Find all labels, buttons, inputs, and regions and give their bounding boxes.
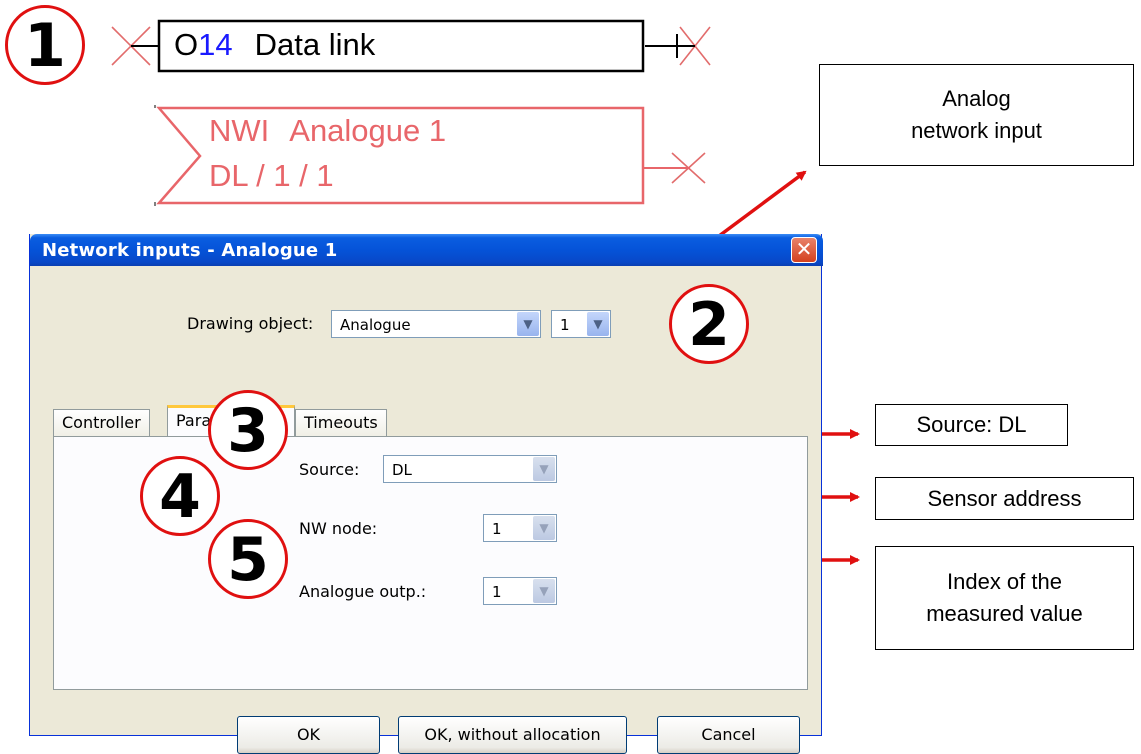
chevron-down-icon[interactable]: ▼ xyxy=(533,516,555,540)
marker-4: 4 xyxy=(140,456,220,536)
drawing-object-select[interactable]: Analogue ▼ xyxy=(331,310,541,338)
callout-index-line1: Index of the xyxy=(947,569,1062,595)
callout-source: Source: DL xyxy=(875,404,1068,446)
nwi-code: NWI xyxy=(209,113,270,148)
drawing-object-value: Analogue xyxy=(340,316,411,334)
marker-1: 1 xyxy=(5,5,85,85)
callout-index-line2: measured value xyxy=(926,601,1083,626)
analogue-output-label: Analogue outp.: xyxy=(299,582,427,601)
callout-sensor-address: Sensor address xyxy=(875,477,1134,520)
tab-timeouts[interactable]: Timeouts xyxy=(295,409,387,436)
source-select[interactable]: DL ▼ xyxy=(383,455,557,483)
data-link-number: 14 xyxy=(198,27,233,62)
drawing-object-number: 1 xyxy=(560,316,570,334)
data-link-label: Data link xyxy=(254,27,376,62)
tab-controller[interactable]: Controller xyxy=(53,409,150,436)
nw-node-label: NW node: xyxy=(299,519,378,538)
chevron-down-icon[interactable]: ▼ xyxy=(533,579,555,603)
callout-index: Index of the measured value xyxy=(875,546,1134,650)
analogue-output-select[interactable]: 1 ▼ xyxy=(483,577,557,605)
dialog-title: Network inputs - Analogue 1 xyxy=(42,240,338,261)
nwi-label: Analogue 1 xyxy=(289,113,447,148)
nw-node-value: 1 xyxy=(492,520,502,538)
marker-5: 5 xyxy=(208,519,288,599)
ok-button[interactable]: OK xyxy=(237,716,380,754)
chevron-down-icon[interactable]: ▼ xyxy=(517,312,539,336)
data-link-block-text: O14 Data link xyxy=(174,27,375,63)
analogue-output-value: 1 xyxy=(492,583,502,601)
cancel-button[interactable]: Cancel xyxy=(657,716,800,754)
callout-analog-line1: Analog xyxy=(942,86,1011,112)
callout-analog-network-input: Analog network input xyxy=(819,64,1134,166)
nwi-line2: DL / 1 / 1 xyxy=(209,158,334,193)
callout-analog-line2: network input xyxy=(911,118,1042,143)
dialog-titlebar[interactable]: Network inputs - Analogue 1 ✕ xyxy=(30,234,823,266)
close-button[interactable]: ✕ xyxy=(791,237,817,263)
marker-2: 2 xyxy=(669,284,749,364)
data-link-prefix: O xyxy=(174,27,199,62)
nw-node-select[interactable]: 1 ▼ xyxy=(483,514,557,542)
source-value: DL xyxy=(392,461,412,479)
source-label: Source: xyxy=(299,460,360,479)
ok-without-allocation-button[interactable]: OK, without allocation xyxy=(398,716,627,754)
marker-3: 3 xyxy=(208,390,288,470)
nwi-line1: NWI Analogue 1 xyxy=(209,113,446,149)
drawing-object-number-select[interactable]: 1 ▼ xyxy=(551,310,611,338)
chevron-down-icon[interactable]: ▼ xyxy=(533,457,555,481)
drawing-object-label: Drawing object: xyxy=(187,314,314,333)
chevron-down-icon[interactable]: ▼ xyxy=(587,312,609,336)
